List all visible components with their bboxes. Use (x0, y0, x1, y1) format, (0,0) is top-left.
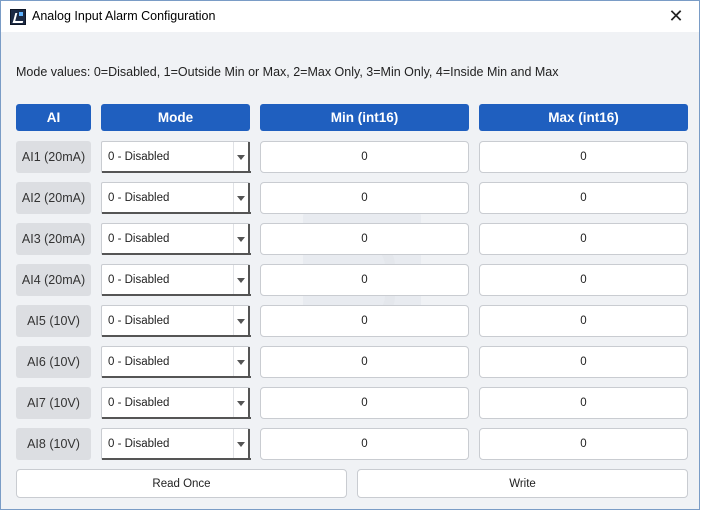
select-shadow (102, 458, 251, 460)
header-ai: AI (16, 104, 91, 131)
close-button[interactable]: ✕ (653, 1, 699, 32)
header-min: Min (int16) (260, 104, 469, 131)
mode-select[interactable]: 0 - Disabled (101, 223, 251, 255)
mode-select-value: 0 - Disabled (108, 438, 170, 450)
max-input[interactable]: 0 (479, 305, 688, 337)
select-shadow (102, 376, 251, 378)
chevron-down-icon[interactable] (233, 429, 249, 459)
mode-select-value: 0 - Disabled (108, 192, 170, 204)
mode-select[interactable]: 0 - Disabled (101, 387, 251, 419)
ai-channel-label: AI6 (10V) (16, 346, 91, 378)
select-shadow (102, 335, 251, 337)
min-input[interactable]: 0 (260, 428, 469, 460)
table-row: AI2 (20mA) 0 - Disabled 0 0 (1, 182, 699, 214)
chevron-down-icon[interactable] (233, 224, 249, 254)
select-shadow (102, 417, 251, 419)
max-input[interactable]: 0 (479, 264, 688, 296)
min-input[interactable]: 0 (260, 305, 469, 337)
ai-channel-label: AI3 (20mA) (16, 223, 91, 255)
table-row: AI1 (20mA) 0 - Disabled 0 0 (1, 141, 699, 173)
chevron-down-icon[interactable] (233, 183, 249, 213)
max-input[interactable]: 0 (479, 223, 688, 255)
mode-select-value: 0 - Disabled (108, 315, 170, 327)
window-title: Analog Input Alarm Configuration (32, 9, 216, 23)
ai-channel-label: AI8 (10V) (16, 428, 91, 460)
ai-channel-label: AI1 (20mA) (16, 141, 91, 173)
select-shadow (102, 294, 251, 296)
ai-channel-label: AI4 (20mA) (16, 264, 91, 296)
mode-select[interactable]: 0 - Disabled (101, 264, 251, 296)
table-row: AI3 (20mA) 0 - Disabled 0 0 (1, 223, 699, 255)
min-input[interactable]: 0 (260, 182, 469, 214)
app-icon (10, 9, 26, 25)
min-input[interactable]: 0 (260, 387, 469, 419)
select-shadow (248, 306, 250, 337)
min-input[interactable]: 0 (260, 264, 469, 296)
mode-select[interactable]: 0 - Disabled (101, 182, 251, 214)
title-bar: Analog Input Alarm Configuration ✕ (1, 1, 699, 32)
mode-select-value: 0 - Disabled (108, 274, 170, 286)
max-input[interactable]: 0 (479, 387, 688, 419)
chevron-down-icon[interactable] (233, 347, 249, 377)
chevron-down-icon[interactable] (233, 142, 249, 172)
min-input[interactable]: 0 (260, 141, 469, 173)
table-row: AI4 (20mA) 0 - Disabled 0 0 (1, 264, 699, 296)
ai-channel-label: AI7 (10V) (16, 387, 91, 419)
ai-channel-label: AI2 (20mA) (16, 182, 91, 214)
select-shadow (248, 429, 250, 460)
select-shadow (248, 347, 250, 378)
table-row: AI5 (10V) 0 - Disabled 0 0 (1, 305, 699, 337)
table-row: AI6 (10V) 0 - Disabled 0 0 (1, 346, 699, 378)
mode-select[interactable]: 0 - Disabled (101, 141, 251, 173)
select-shadow (248, 224, 250, 255)
table-row: AI7 (10V) 0 - Disabled 0 0 (1, 387, 699, 419)
mode-values-note: Mode values: 0=Disabled, 1=Outside Min o… (16, 65, 559, 79)
select-shadow (102, 212, 251, 214)
alarm-config-window: Analog Input Alarm Configuration ✕ Mode … (0, 0, 700, 510)
mode-select-value: 0 - Disabled (108, 233, 170, 245)
max-input[interactable]: 0 (479, 428, 688, 460)
close-icon: ✕ (668, 6, 684, 26)
chevron-down-icon[interactable] (233, 388, 249, 418)
mode-select-value: 0 - Disabled (108, 397, 170, 409)
select-shadow (102, 171, 251, 173)
chevron-down-icon[interactable] (233, 265, 249, 295)
write-button[interactable]: Write (357, 469, 688, 498)
header-mode: Mode (101, 104, 250, 131)
min-input[interactable]: 0 (260, 346, 469, 378)
chevron-down-icon[interactable] (233, 306, 249, 336)
select-shadow (248, 265, 250, 296)
mode-select[interactable]: 0 - Disabled (101, 346, 251, 378)
select-shadow (248, 183, 250, 214)
max-input[interactable]: 0 (479, 182, 688, 214)
mode-select-value: 0 - Disabled (108, 356, 170, 368)
read-once-button[interactable]: Read Once (16, 469, 347, 498)
select-shadow (248, 142, 250, 173)
select-shadow (248, 388, 250, 419)
mode-select[interactable]: 0 - Disabled (101, 428, 251, 460)
min-input[interactable]: 0 (260, 223, 469, 255)
mode-select-value: 0 - Disabled (108, 151, 170, 163)
mode-select[interactable]: 0 - Disabled (101, 305, 251, 337)
select-shadow (102, 253, 251, 255)
ai-channel-label: AI5 (10V) (16, 305, 91, 337)
table-row: AI8 (10V) 0 - Disabled 0 0 (1, 428, 699, 460)
header-max: Max (int16) (479, 104, 688, 131)
max-input[interactable]: 0 (479, 346, 688, 378)
content-area: Mode values: 0=Disabled, 1=Outside Min o… (1, 32, 699, 509)
max-input[interactable]: 0 (479, 141, 688, 173)
